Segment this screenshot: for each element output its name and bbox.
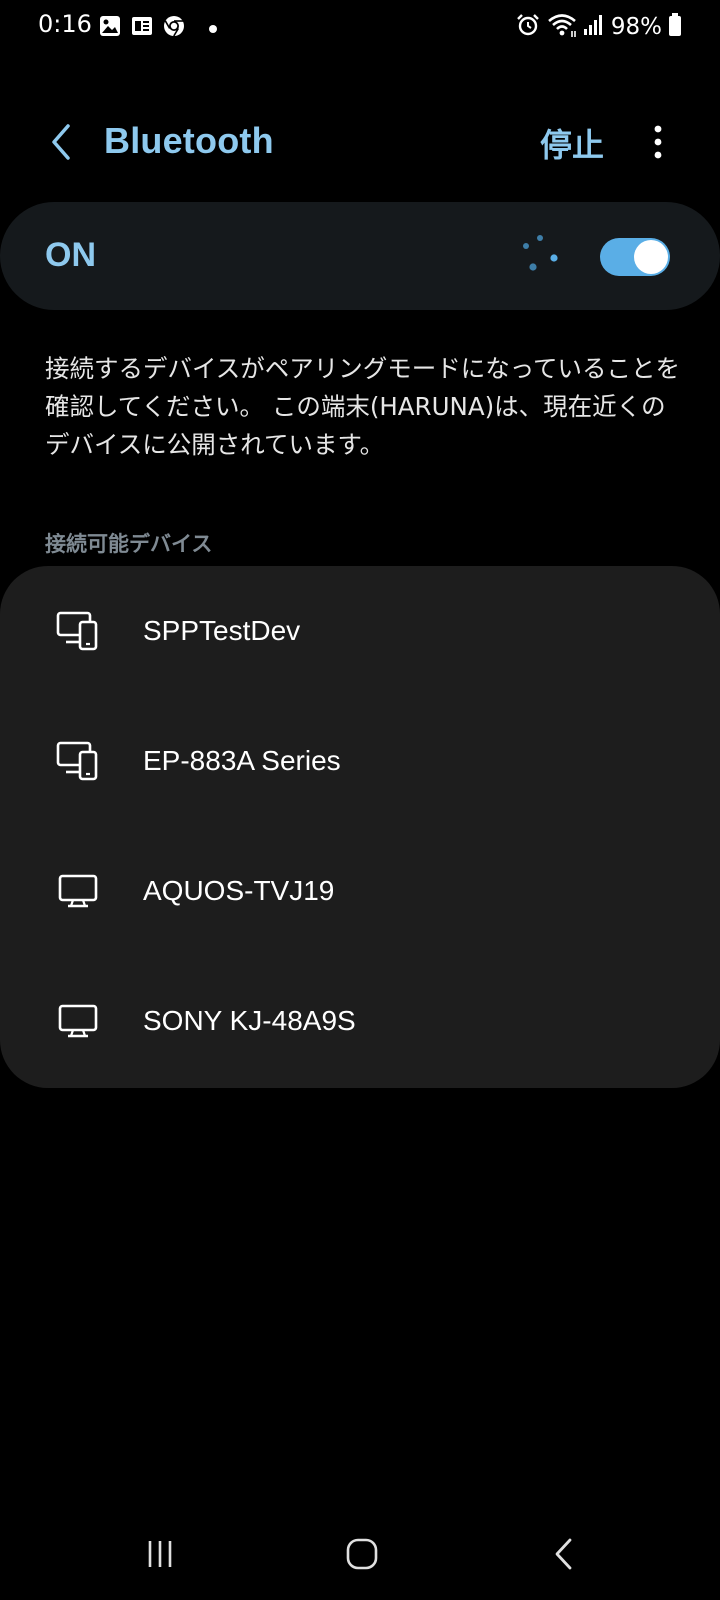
system-status: 98% [515, 12, 682, 42]
gallery-icon [98, 14, 122, 42]
switch-knob [634, 240, 668, 274]
bluetooth-master-toggle-row[interactable]: ON [0, 202, 720, 310]
more-vert-icon [654, 125, 662, 159]
pairing-description: 接続するデバイスがペアリングモードになっていることを確認してください。 この端末… [45, 354, 681, 459]
device-item-aquos-tvj19[interactable]: AQUOS-TVJ19 [0, 826, 720, 956]
status-bar: 0:16 98% [0, 0, 720, 54]
home-button[interactable] [322, 1524, 402, 1584]
device-item-ep-883a-series[interactable]: EP-883A Series [0, 696, 720, 826]
scanning-spinner-icon [523, 235, 558, 271]
news-icon [130, 14, 154, 42]
wifi-icon [547, 12, 577, 42]
more-options-button[interactable] [636, 118, 680, 166]
stop-button[interactable]: 停止 [540, 120, 604, 166]
device-name: AQUOS-TVJ19 [143, 875, 335, 906]
home-icon [346, 1538, 378, 1570]
chrome-icon [162, 14, 186, 42]
tv-icon [58, 874, 98, 908]
signal-icon [583, 14, 605, 40]
device-item-spptestdev[interactable]: SPPTestDev [0, 566, 720, 696]
recents-icon [148, 1541, 172, 1567]
battery-percent: 98% [610, 14, 662, 40]
status-time: 0:16 [38, 10, 92, 38]
available-devices-header: 接続可能デバイス [45, 532, 213, 556]
alarm-icon [515, 12, 541, 42]
tv-icon [58, 1004, 98, 1038]
nav-back-button[interactable] [524, 1524, 604, 1584]
notification-icons [98, 14, 218, 42]
device-name: SONY KJ-48A9S [143, 1005, 356, 1036]
device-name: EP-883A Series [143, 745, 341, 776]
navigation-bar [0, 1524, 720, 1600]
device-name: SPPTestDev [143, 615, 301, 646]
device-item-sony-kj-48a9s[interactable]: SONY KJ-48A9S [0, 956, 720, 1086]
battery-icon [668, 13, 682, 41]
recents-button[interactable] [120, 1524, 200, 1584]
toggle-label: ON [45, 236, 96, 274]
back-icon [555, 1538, 572, 1570]
phone-computer-icon [56, 741, 98, 781]
dot-icon [208, 19, 218, 38]
phone-computer-icon [56, 611, 98, 651]
bluetooth-switch[interactable] [600, 238, 670, 276]
back-button[interactable] [40, 118, 80, 166]
page-title: Bluetooth [104, 120, 274, 161]
chevron-left-icon [52, 124, 70, 160]
available-devices-list: SPPTestDev EP-883A Series AQUOS-TVJ19 SO… [0, 566, 720, 1088]
